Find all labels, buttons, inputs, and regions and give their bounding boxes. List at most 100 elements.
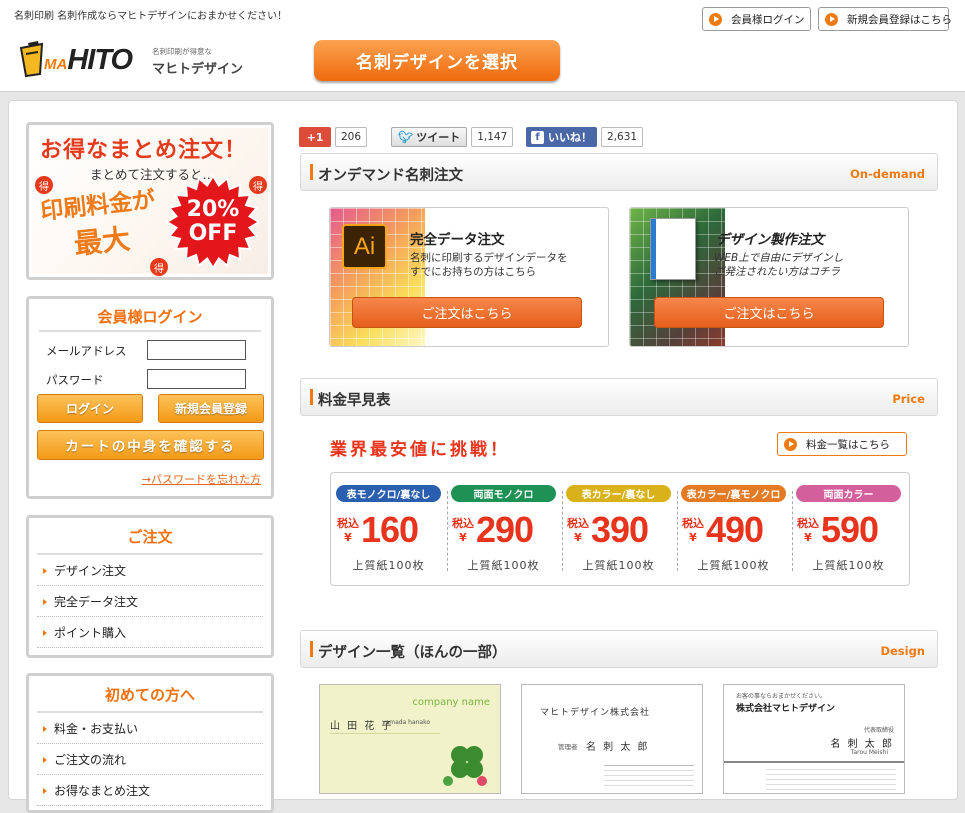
forgot-password-link[interactable]: →パスワードを忘れた方 — [142, 471, 261, 487]
design-card-clover[interactable]: company name 山 田 花 子 yamada hanako — [319, 684, 501, 794]
facebook-icon: f — [531, 130, 544, 144]
tweet-count: 1,147 — [471, 127, 514, 147]
tax-yen-label: 税込 ¥ — [567, 517, 589, 544]
banner-line3: 印刷料金が — [39, 187, 157, 225]
menu-item-data-order[interactable]: 完全データ注文 — [37, 586, 263, 617]
mono-name: 名 刺 太 郎 — [586, 742, 650, 753]
beginner-menu-box: 初めての方へ 料金・お支払い ご注文の流れ お得なまとめ注文 — [26, 673, 274, 813]
plan-price: 590 — [821, 509, 879, 550]
simple-divider — [724, 761, 904, 763]
member-login-label: 会員様ログイン — [731, 13, 805, 26]
plan-label: 表カラー/裏なし — [566, 485, 671, 502]
simple-name: 名 刺 太 郎 — [830, 739, 894, 750]
plan-divider — [677, 491, 678, 571]
beginner-menu-title: 初めての方へ — [104, 686, 195, 704]
tweet-button[interactable]: 🐦︎ ツイート — [391, 127, 468, 147]
password-input[interactable] — [147, 369, 246, 389]
menu-item-pricing[interactable]: 料金・お支払い — [37, 713, 263, 744]
ondemand-title: オンデマンド名刺注文 — [318, 168, 463, 184]
gplus-button[interactable]: +1 — [299, 127, 331, 147]
plan-label: 表モノクロ/裏なし — [336, 485, 441, 502]
tax-yen-label: 税込 ¥ — [682, 517, 704, 544]
tax-yen-label: 税込 ¥ — [797, 517, 819, 544]
menu-item-design-order[interactable]: デザイン注文 — [37, 555, 263, 586]
gplus-widget[interactable]: +1 206 — [299, 126, 368, 148]
price-list-label: 料金一覧はこちら — [806, 438, 890, 451]
like-count: 2,631 — [601, 127, 644, 147]
design-order-button[interactable]: ご注文はこちら — [654, 297, 884, 328]
mono-role: 管理者 — [558, 743, 578, 751]
plan-paper: 上質紙100枚 — [352, 559, 425, 572]
clover-romaji: yamada hanako — [382, 719, 431, 726]
simple-romaji: Tarou Meishi — [850, 749, 888, 756]
email-input[interactable] — [147, 340, 246, 360]
simple-info-lines — [766, 765, 896, 793]
register-button[interactable]: 新規会員登録はこちら — [818, 7, 952, 31]
plan-paper: 上質紙100枚 — [812, 559, 885, 572]
design-card-simple[interactable]: お客の事ならおまかせください。 株式会社マヒトデザイン 代表取締役 名 刺 太 … — [723, 684, 905, 794]
plan-divider — [447, 491, 448, 571]
site-tagline: 名刺印刷 名刺作成ならマヒトデザインにおまかせください！ — [14, 11, 288, 22]
ondemand-section-header: オンデマンド名刺注文 On-demand — [300, 153, 938, 191]
login-box: 会員様ログイン メールアドレス パスワード ログイン 新規会員登録 カートの中身… — [26, 296, 274, 499]
register-member-button[interactable]: 新規会員登録 — [158, 394, 264, 423]
price-plan: 両面モノクロ 税込 ¥290 上質紙100枚 — [446, 483, 561, 579]
price-title: 料金早見表 — [318, 393, 391, 409]
login-button[interactable]: ログイン — [37, 394, 143, 423]
design-section-header: デザイン一覧（ほんの一部） Design — [300, 630, 938, 668]
tweet-label: ツイート — [416, 131, 461, 144]
design-order-desc2: ご発注されたい方はコチラ — [714, 266, 840, 278]
email-label: メールアドレス — [46, 344, 127, 358]
login-title: 会員様ログイン — [97, 308, 203, 326]
member-login-button[interactable]: 会員様ログイン — [702, 7, 811, 31]
price-plan: 表カラー/裏モノクロ 税込 ¥490 上質紙100枚 — [676, 483, 791, 579]
plan-price: 390 — [591, 509, 649, 550]
clover-icon — [443, 746, 487, 786]
like-button[interactable]: f いいね！ — [526, 127, 597, 147]
data-order-desc1: 名刺に印刷するデザインデータを — [410, 252, 568, 264]
menu-item-bulk-order[interactable]: お得なまとめ注文 — [37, 775, 263, 806]
badge-off: OFF — [188, 221, 238, 246]
design-order-title: デザイン製作注文 — [716, 232, 824, 248]
plan-label: 両面カラー — [796, 485, 901, 502]
banner-headline: お得なまとめ注文！ — [40, 138, 248, 163]
price-table: 表モノクロ/裏なし 税込 ¥160 上質紙100枚 両面モノクロ 税込 ¥290 上質紙100… — [330, 472, 910, 586]
twitter-bird-icon: 🐦︎ — [398, 130, 414, 144]
design-en: Design — [880, 644, 925, 658]
arrow-circle-icon — [825, 12, 838, 26]
like-widget[interactable]: f いいね！ 2,631 — [526, 126, 644, 148]
clover-company: company name — [412, 697, 490, 708]
logo-wordmark[interactable]: MAHITO — [44, 44, 133, 77]
register-label: 新規会員登録はこちら — [847, 13, 952, 26]
plan-divider — [562, 491, 563, 571]
tweet-widget[interactable]: 🐦︎ ツイート 1,147 — [391, 126, 514, 148]
mono-info-lines — [604, 765, 694, 787]
data-order-card[interactable]: Ai 完全データ注文 名刺に印刷するデザインデータを すでにお持ちの方はこちら … — [329, 207, 609, 347]
arrow-circle-icon — [784, 437, 797, 451]
simple-tag: お客の事ならおまかせください。 — [736, 693, 827, 700]
order-menu-title: ご注文 — [127, 528, 173, 546]
price-list-button[interactable]: 料金一覧はこちら — [777, 432, 907, 456]
menu-item-buy-points[interactable]: ポイント購入 — [37, 617, 263, 648]
view-cart-button[interactable]: カートの中身を確認する — [37, 430, 264, 460]
toku-badge: 得 — [35, 176, 53, 194]
simple-role: 代表取締役 — [863, 727, 894, 734]
plan-paper: 上質紙100枚 — [582, 559, 655, 572]
price-en: Price — [892, 392, 925, 406]
section-marker — [310, 164, 313, 180]
plan-paper: 上質紙100枚 — [697, 559, 770, 572]
menu-item-order-flow[interactable]: ご注文の流れ — [37, 744, 263, 775]
tax-yen-label: 税込 ¥ — [452, 517, 474, 544]
price-plan: 表カラー/裏なし税込 ¥390 上質紙100枚 — [561, 483, 676, 579]
design-order-desc1: WEB上で自由にデザインし — [714, 252, 844, 264]
mono-company: マヒトデザイン株式会社 — [540, 708, 651, 718]
select-design-button[interactable]: 名刺デザインを選択 — [314, 40, 560, 81]
plan-price: 490 — [706, 509, 764, 550]
design-order-card[interactable]: デザイン製作注文 WEB上で自由にデザインし ご発注されたい方はコチラ ご注文は… — [629, 207, 909, 347]
data-order-button[interactable]: ご注文はこちら — [352, 297, 582, 328]
bulk-order-banner[interactable]: お得なまとめ注文！ まとめて注文すると… 印刷料金が 最大 得 得 得 20% … — [26, 122, 274, 280]
plan-price: 160 — [361, 509, 419, 550]
arrow-circle-icon — [709, 12, 722, 26]
design-card-mono[interactable]: マヒトデザイン株式会社 管理者 名 刺 太 郎 — [521, 684, 703, 794]
illustrator-icon: Ai — [342, 224, 387, 269]
